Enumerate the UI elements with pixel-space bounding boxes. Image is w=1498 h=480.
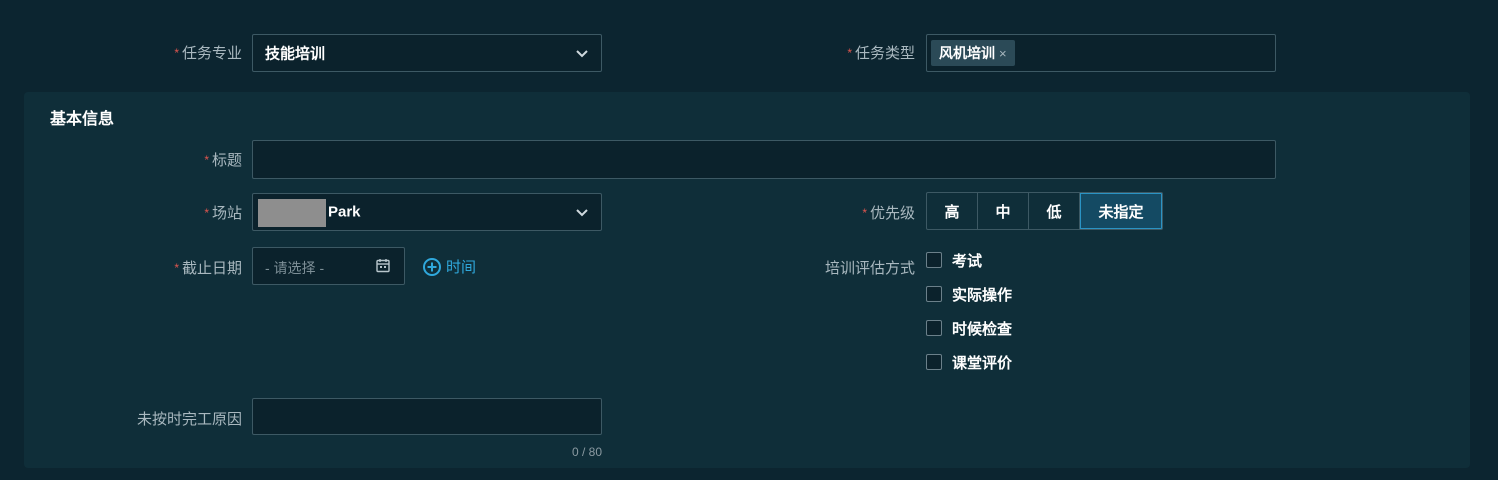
site-select[interactable]: Park xyxy=(252,193,602,231)
late-reason-label: 未按时完工原因 xyxy=(136,411,242,428)
priority-label: * 优先级 xyxy=(800,202,915,223)
char-counter: 0 / 80 xyxy=(571,445,602,459)
date-placeholder: - 请选择 - xyxy=(265,260,325,276)
section-title: 基本信息 xyxy=(50,111,115,128)
late-reason-input[interactable] xyxy=(252,398,602,435)
task-type-tag: 风机培训 × xyxy=(931,40,1015,66)
evaluation-checkbox-group: 考试 实际操作 时候检查 课堂评价 xyxy=(926,249,1012,373)
required-asterisk: * xyxy=(174,261,179,275)
evaluation-option-practical[interactable]: 实际操作 xyxy=(926,283,1012,305)
priority-unspecified-button[interactable]: 未指定 xyxy=(1080,193,1162,229)
site-label: * 场站 xyxy=(120,202,242,223)
required-asterisk: * xyxy=(862,206,867,220)
add-time-label: 时间 xyxy=(446,259,477,276)
site-label-text: 场站 xyxy=(211,205,242,222)
priority-high-button[interactable]: 高 xyxy=(927,193,978,229)
evaluation-option-exam[interactable]: 考试 xyxy=(926,249,1012,271)
required-asterisk: * xyxy=(204,153,209,167)
deadline-label-text: 截止日期 xyxy=(181,260,242,277)
task-type-multiselect[interactable]: 风机培训 × xyxy=(926,34,1276,72)
priority-label-text: 优先级 xyxy=(869,205,915,222)
required-asterisk: * xyxy=(204,206,209,220)
task-specialty-select[interactable]: 技能培训 xyxy=(252,34,602,72)
task-type-tag-label: 风机培训 xyxy=(939,45,995,61)
priority-medium-button[interactable]: 中 xyxy=(978,193,1029,229)
chevron-down-icon xyxy=(576,50,588,58)
title-input[interactable] xyxy=(252,140,1276,179)
title-label-text: 标题 xyxy=(211,152,242,169)
task-specialty-label-text: 任务专业 xyxy=(181,45,242,62)
deadline-date-input[interactable]: - 请选择 - xyxy=(252,247,405,285)
site-value: Park xyxy=(328,203,361,221)
calendar-icon[interactable] xyxy=(376,258,390,273)
evaluation-option-class-review[interactable]: 课堂评价 xyxy=(926,351,1012,373)
checkbox-label: 时候检查 xyxy=(952,320,1013,338)
checkbox[interactable] xyxy=(926,320,942,336)
required-asterisk: * xyxy=(174,46,179,60)
checkbox[interactable] xyxy=(926,286,942,302)
tag-remove-icon[interactable]: × xyxy=(999,46,1007,61)
deadline-label: * 截止日期 xyxy=(120,257,242,278)
priority-segmented-control: 高 中 低 未指定 xyxy=(926,192,1163,230)
title-label: * 标题 xyxy=(120,149,242,170)
task-type-label: * 任务类型 xyxy=(800,42,915,63)
task-specialty-label: * 任务专业 xyxy=(120,42,242,63)
required-asterisk: * xyxy=(847,46,852,60)
redacted-block xyxy=(258,199,326,227)
checkbox-label: 实际操作 xyxy=(952,286,1013,304)
checkbox-label: 课堂评价 xyxy=(952,354,1013,372)
evaluation-label: 培训评估方式 xyxy=(824,260,915,277)
add-time-button[interactable]: 时间 xyxy=(422,256,476,277)
priority-low-button[interactable]: 低 xyxy=(1029,193,1080,229)
checkbox-label: 考试 xyxy=(952,252,983,270)
plus-circle-icon xyxy=(423,257,441,276)
evaluation-option-check[interactable]: 时候检查 xyxy=(926,317,1012,339)
chevron-down-icon xyxy=(576,209,588,217)
checkbox[interactable] xyxy=(926,252,942,268)
task-type-label-text: 任务类型 xyxy=(854,45,915,62)
task-specialty-value: 技能培训 xyxy=(265,45,326,63)
checkbox[interactable] xyxy=(926,354,942,370)
